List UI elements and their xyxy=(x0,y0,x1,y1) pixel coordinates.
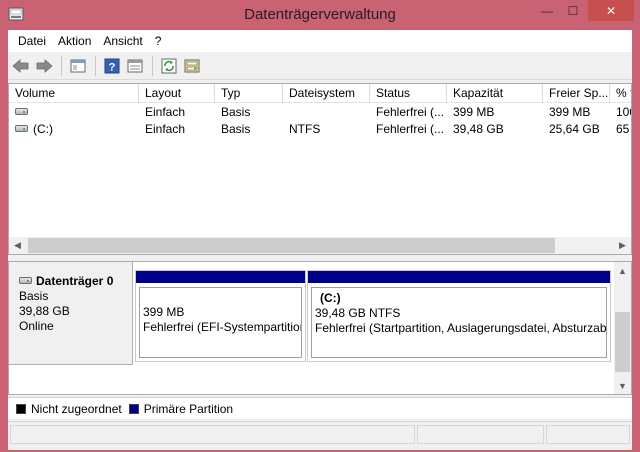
disk-name: Datenträger 0 xyxy=(19,274,132,289)
back-arrow-icon xyxy=(12,58,29,73)
menu-bar: Datei Aktion Ansicht ? xyxy=(8,30,632,52)
console-tree-button[interactable] xyxy=(67,55,89,77)
disk-graphical-view[interactable]: Datenträger 0 Basis 39,88 GB Online 399 … xyxy=(8,261,632,395)
legend-item-unallocated: Nicht zugeordnet xyxy=(16,402,122,416)
partition-details: 399 MB Fehlerfrei (EFI-Systempartition) xyxy=(139,287,302,358)
legend-swatch-black xyxy=(16,403,26,414)
partition-c[interactable]: (C:) 39,48 GB NTFS Fehlerfrei (Startpart… xyxy=(307,270,611,362)
back-button[interactable] xyxy=(10,55,32,77)
status-pane xyxy=(546,425,630,444)
toolbar-separator xyxy=(152,55,153,76)
table-row[interactable]: (C:) Einfach Basis NTFS Fehlerfrei (... … xyxy=(9,121,631,138)
column-header-dateisystem[interactable]: Dateisystem xyxy=(283,84,370,103)
help-icon: ? xyxy=(104,58,120,73)
menu-help[interactable]: ? xyxy=(149,30,168,52)
column-header-typ[interactable]: Typ xyxy=(215,84,283,103)
partition-size: 399 MB xyxy=(143,305,185,319)
legend: Nicht zugeordnet Primäre Partition xyxy=(8,397,632,419)
partition-status: Fehlerfrei (EFI-Systempartition) xyxy=(143,320,302,334)
toolbar-separator xyxy=(61,55,62,76)
rescan-disks-icon xyxy=(184,59,200,72)
status-cell: Fehlerfrei (... xyxy=(376,122,445,136)
menu-datei[interactable]: Datei xyxy=(12,30,52,52)
properties-icon xyxy=(127,59,143,72)
minimize-button[interactable]: — xyxy=(534,0,560,21)
scroll-down-icon[interactable]: ▼ xyxy=(614,377,631,394)
column-header-prozent-frei[interactable]: % f xyxy=(610,84,631,103)
refresh-icon xyxy=(161,58,177,73)
column-header-volume[interactable]: Volume xyxy=(9,84,139,103)
client-area: Datei Aktion Ansicht ? ? Volume Layout T… xyxy=(8,30,632,450)
percent-free-cell: 100 xyxy=(616,105,631,119)
percent-free-cell: 65 xyxy=(616,122,630,136)
partition-details: (C:) 39,48 GB NTFS Fehlerfrei (Startpart… xyxy=(311,287,607,358)
app-window: Datenträgerverwaltung — ☐ ✕ Datei Aktion… xyxy=(0,0,640,452)
rescan-disks-button[interactable] xyxy=(181,55,203,77)
status-pane xyxy=(417,425,544,444)
partition-name: (C:) xyxy=(320,291,341,305)
scroll-right-icon[interactable]: ▶ xyxy=(614,237,631,254)
disk-type: Basis xyxy=(19,289,49,303)
horizontal-scroll-thumb[interactable] xyxy=(28,238,555,253)
console-tree-icon xyxy=(70,59,86,72)
menu-aktion[interactable]: Aktion xyxy=(52,30,97,52)
column-header-kapazitaet[interactable]: Kapazität xyxy=(447,84,543,103)
menu-ansicht[interactable]: Ansicht xyxy=(97,30,148,52)
vertical-scroll-thumb[interactable] xyxy=(615,312,630,372)
legend-swatch-blue xyxy=(128,403,139,414)
layout-cell: Einfach xyxy=(145,105,186,119)
capacity-cell: 399 MB xyxy=(453,105,495,119)
primary-partition-bar xyxy=(136,271,305,283)
drive-icon xyxy=(15,108,28,116)
vertical-scrollbar[interactable]: ▲ ▼ xyxy=(614,262,631,394)
partition-status: Fehlerfrei (Startpartition, Auslagerungs… xyxy=(315,321,607,335)
free-space-cell: 25,64 GB xyxy=(549,122,600,136)
forward-arrow-icon xyxy=(36,58,53,73)
close-button[interactable]: ✕ xyxy=(588,0,634,21)
toolbar: ? xyxy=(8,52,632,80)
title-bar[interactable]: Datenträgerverwaltung — ☐ ✕ xyxy=(0,0,640,30)
partition-efi[interactable]: 399 MB Fehlerfrei (EFI-Systempartition) xyxy=(135,270,306,362)
svg-text:?: ? xyxy=(109,61,116,73)
volume-list[interactable]: Volume Layout Typ Dateisystem Status Kap… xyxy=(8,83,632,255)
filesystem-cell xyxy=(283,104,370,121)
volume-cell xyxy=(9,104,139,121)
horizontal-scrollbar[interactable]: ◀ ▶ xyxy=(9,237,631,254)
scroll-left-icon[interactable]: ◀ xyxy=(9,237,26,254)
toolbar-separator xyxy=(95,55,96,76)
layout-cell: Einfach xyxy=(145,122,186,136)
type-cell: Basis xyxy=(221,105,251,119)
maximize-button[interactable]: ☐ xyxy=(560,0,586,21)
volume-list-header: Volume Layout Typ Dateisystem Status Kap… xyxy=(9,84,631,103)
disk-info-panel[interactable]: Datenträger 0 Basis 39,88 GB Online xyxy=(9,262,133,365)
properties-button[interactable] xyxy=(124,55,146,77)
scroll-up-icon[interactable]: ▲ xyxy=(614,262,631,279)
capacity-cell: 39,48 GB xyxy=(453,122,504,136)
refresh-button[interactable] xyxy=(158,55,180,77)
disk-state: Online xyxy=(19,319,54,333)
partition-size: 39,48 GB NTFS xyxy=(315,306,401,320)
legend-item-primary: Primäre Partition xyxy=(128,402,233,416)
free-space-cell: 399 MB xyxy=(549,105,591,119)
column-header-status[interactable]: Status xyxy=(370,84,447,103)
primary-partition-bar xyxy=(308,271,610,283)
help-button[interactable]: ? xyxy=(101,55,123,77)
status-cell: Fehlerfrei (... xyxy=(376,105,445,119)
table-row[interactable]: Einfach Basis Fehlerfrei (... 399 MB 399… xyxy=(9,104,631,121)
forward-button[interactable] xyxy=(33,55,55,77)
status-pane xyxy=(10,425,415,444)
column-header-freier-speicher[interactable]: Freier Sp... xyxy=(543,84,610,103)
disk-icon xyxy=(19,277,32,284)
type-cell: Basis xyxy=(221,122,251,136)
disk-size: 39,88 GB xyxy=(19,304,70,318)
status-bar xyxy=(8,421,632,446)
volume-cell: (C:) xyxy=(9,121,139,138)
partition-name xyxy=(143,291,301,305)
filesystem-cell: NTFS xyxy=(289,122,321,136)
drive-icon xyxy=(15,125,28,133)
column-header-layout[interactable]: Layout xyxy=(139,84,215,103)
